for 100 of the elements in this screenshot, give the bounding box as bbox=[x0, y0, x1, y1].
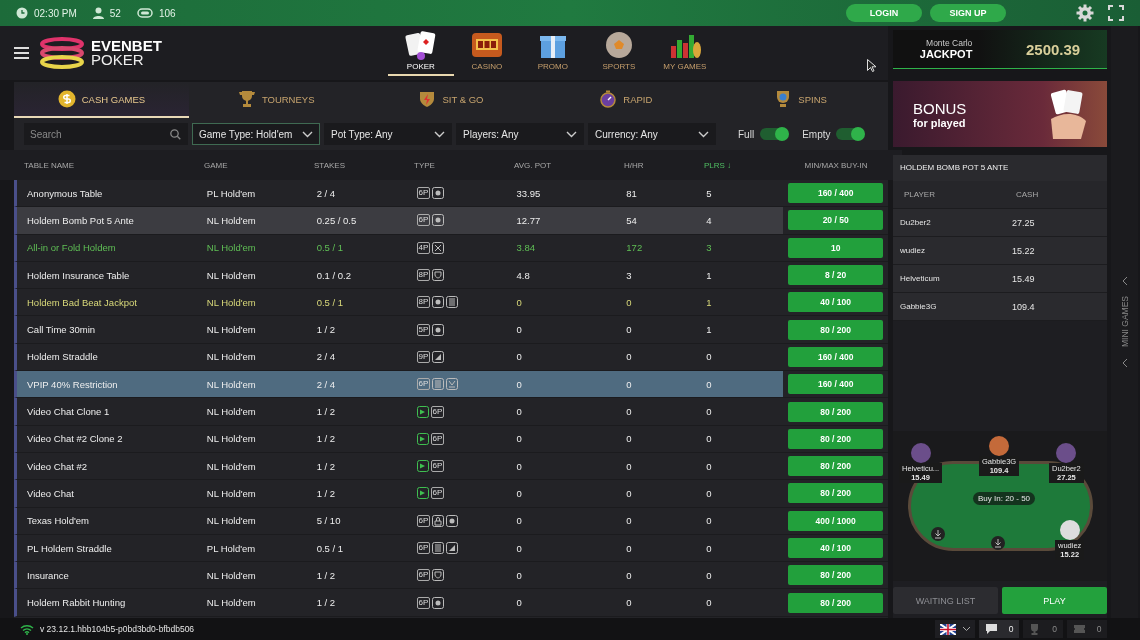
hands-per-hour-cell-text: 0 bbox=[626, 542, 633, 554]
chevron-left-icon bbox=[1121, 276, 1128, 287]
column-header[interactable]: TABLE NAME bbox=[24, 160, 204, 170]
table-row[interactable]: Video Chat #2 Clone 2 NL Hold'em 1 / 2 6P 0 0 0 80 / 200 bbox=[14, 425, 888, 453]
game-cell-text: NL Hold'em bbox=[206, 515, 257, 527]
seats-badge: 6P bbox=[416, 542, 431, 554]
cross-arrows-icon bbox=[432, 241, 445, 254]
lobby-tab[interactable]: SPINS bbox=[713, 82, 888, 118]
table-row[interactable]: Video Chat NL Hold'em 1 / 2 6P 0 0 0 80 / 200 bbox=[14, 480, 888, 508]
avg-pot-cell-text: 0 bbox=[516, 515, 523, 527]
toggle-label: Full bbox=[738, 128, 755, 140]
table-row[interactable]: VPIP 40% Restriction NL Hold'em 2 / 4 6P 0 0 0 160 / 400 bbox=[14, 371, 888, 399]
players-count: 52 bbox=[109, 7, 121, 19]
list-icon bbox=[432, 542, 445, 554]
table-name-cell-text: Video Chat #2 Clone 2 bbox=[27, 433, 124, 445]
banner-subtitle: for played bbox=[913, 116, 967, 129]
game-cell-text: NL Hold'em bbox=[206, 597, 257, 609]
game-cell-text: PL Hold'em bbox=[206, 542, 257, 554]
game-cell-text: NL Hold'em bbox=[206, 269, 257, 281]
search-icon bbox=[170, 129, 181, 140]
players-cell-text: 0 bbox=[706, 515, 713, 527]
bonus-banner[interactable]: BONUS for played bbox=[893, 81, 1107, 147]
column-header[interactable]: H/HR bbox=[624, 160, 704, 170]
column-header[interactable]: TYPE bbox=[414, 160, 514, 170]
filter-dropdown[interactable]: Pot Type: Any bbox=[324, 123, 452, 145]
menu-icon[interactable] bbox=[14, 47, 29, 59]
nav-tab[interactable]: PROMO bbox=[519, 30, 586, 76]
players-cell-text: 4 bbox=[706, 214, 713, 226]
table-row[interactable]: PL Holdem Straddle PL Hold'em 0.5 / 1 6P 0 0 0 40 / 100 bbox=[14, 534, 888, 563]
table-row[interactable]: Holdem Straddle NL Hold'em 2 / 4 9P 0 0 0 160 / 400 bbox=[14, 343, 888, 372]
column-header[interactable]: PLRS ↓ bbox=[704, 160, 786, 170]
column-header[interactable]: STAKES bbox=[314, 160, 414, 170]
players-cell-text: 0 bbox=[706, 406, 713, 417]
chevron-down-icon bbox=[566, 130, 577, 138]
avg-pot-cell-text: 0 bbox=[516, 378, 523, 390]
lobby-tab[interactable]: RAPID bbox=[538, 82, 714, 118]
player-cash: 27.25 bbox=[1012, 217, 1035, 228]
tables-icon bbox=[136, 8, 153, 18]
table-name-cell-text: Insurance bbox=[27, 569, 70, 581]
player-cash: 15.22 bbox=[1012, 245, 1035, 256]
shield-icon bbox=[432, 269, 445, 282]
lobby-tab[interactable]: SIT & GO bbox=[363, 82, 539, 118]
chevron-left-icon bbox=[1121, 357, 1128, 368]
mini-games-tab[interactable]: MINI GAMES bbox=[1111, 26, 1138, 618]
column-header[interactable]: MIN/MAX BUY-IN bbox=[786, 160, 886, 170]
seats-badge: 6P bbox=[416, 214, 431, 227]
user-icon bbox=[92, 7, 104, 19]
seats-badge: 4P bbox=[416, 241, 431, 254]
table-name-cell-text: Holdem Insurance Table bbox=[27, 269, 131, 281]
hands-per-hour-cell-text: 172 bbox=[626, 242, 644, 254]
lobby-tab[interactable]: TOURNEYS bbox=[188, 82, 364, 118]
flag-icon bbox=[939, 623, 956, 635]
avatar-circle bbox=[1056, 443, 1077, 463]
hands-per-hour-cell-text: 0 bbox=[626, 378, 633, 390]
player-cash: 109.4 bbox=[1012, 301, 1035, 312]
hands-per-hour-cell-text: 0 bbox=[626, 296, 633, 308]
toggle-switch[interactable] bbox=[836, 128, 865, 140]
fullscreen-icon[interactable] bbox=[1108, 5, 1124, 21]
counter-button[interactable]: 0 bbox=[979, 620, 1019, 638]
table-row[interactable]: Texas Hold'em NL Hold'em 5 / 10 6P 0 0 0 400 / 1000 bbox=[14, 507, 888, 535]
seats-badge: 9P bbox=[416, 350, 431, 363]
table-row[interactable]: Holdem Bad Beat Jackpot NL Hold'em 0.5 / 1 8P 0 0 1 40 / 100 bbox=[14, 289, 888, 317]
stakes-cell-text: 0.5 / 1 bbox=[316, 296, 345, 308]
table-row[interactable]: All-in or Fold Holdem NL Hold'em 0.5 / 1 4P 3.84 172 3 10 bbox=[14, 234, 888, 262]
nav-tab[interactable]: POKER bbox=[387, 30, 454, 76]
seats-badge: 6P bbox=[430, 460, 445, 473]
table-row[interactable]: Holdem Insurance Table NL Hold'em 0.1 / 0.2 8P 4.8 3 1 8 / 20 bbox=[14, 261, 888, 290]
nav-tab[interactable]: CASINO bbox=[453, 30, 520, 76]
settings-icon[interactable] bbox=[1076, 4, 1094, 22]
game-cell-text: NL Hold'em bbox=[206, 569, 257, 581]
seats-badge: 6P bbox=[430, 487, 445, 500]
logo-text: EVENBET bbox=[91, 39, 162, 53]
chevron-down-icon bbox=[434, 130, 445, 138]
toggle-switch[interactable] bbox=[760, 128, 789, 140]
table-row[interactable]: Video Chat Clone 1 NL Hold'em 1 / 2 6P 0 0 0 80 / 200 bbox=[14, 398, 888, 426]
coin-icon bbox=[57, 90, 76, 108]
column-header[interactable]: AVG. POT bbox=[514, 160, 624, 170]
column-header[interactable]: GAME bbox=[204, 160, 314, 170]
toggle-label: Empty bbox=[802, 128, 831, 140]
hands-per-hour-cell-text: 0 bbox=[626, 351, 633, 363]
table-row[interactable]: Holdem Rabbit Hunting NL Hold'em 1 / 2 6P 0 0 0 80 / 200 bbox=[14, 589, 888, 617]
filter-dropdown[interactable]: Game Type: Hold'em bbox=[192, 123, 320, 145]
stakes-cell-text: 2 / 4 bbox=[316, 378, 337, 390]
table-row[interactable]: Holdem Bomb Pot 5 Ante NL Hold'em 0.25 / 0.5 6P 12.77 54 4 20 / 50 bbox=[14, 207, 888, 235]
table-row[interactable]: Call Time 30min NL Hold'em 1 / 2 5P 0 0 1 80 / 200 bbox=[14, 316, 888, 344]
search-field[interactable]: Search bbox=[24, 123, 188, 145]
download-icon bbox=[991, 536, 1005, 550]
nav-tab[interactable]: SPORTS bbox=[585, 30, 652, 76]
nav-tab[interactable]: MY GAMES bbox=[651, 30, 718, 76]
table-row[interactable]: Insurance NL Hold'em 1 / 2 6P 0 0 0 80 / 200 bbox=[14, 562, 888, 590]
players-cell-text: 0 bbox=[706, 433, 713, 445]
table-row[interactable]: Video Chat #2 NL Hold'em 1 / 2 6P 0 0 0 80 / 200 bbox=[14, 452, 888, 481]
jackpot-banner[interactable]: Monte Carlo JACKPOT 2500.39 bbox=[893, 30, 1107, 69]
stopwatch-icon bbox=[599, 90, 618, 108]
language-selector[interactable] bbox=[935, 620, 975, 638]
avg-pot-cell-text: 0 bbox=[516, 296, 523, 308]
filter-dropdown[interactable]: Players: Any bbox=[456, 123, 584, 145]
stakes-cell-text: 0.25 / 0.5 bbox=[316, 214, 358, 226]
table-row[interactable]: Anonymous Table PL Hold'em 2 / 4 6P 33.95 81 5 160 / 400 bbox=[14, 180, 888, 208]
filter-dropdown[interactable]: Currency: Any bbox=[588, 123, 716, 145]
